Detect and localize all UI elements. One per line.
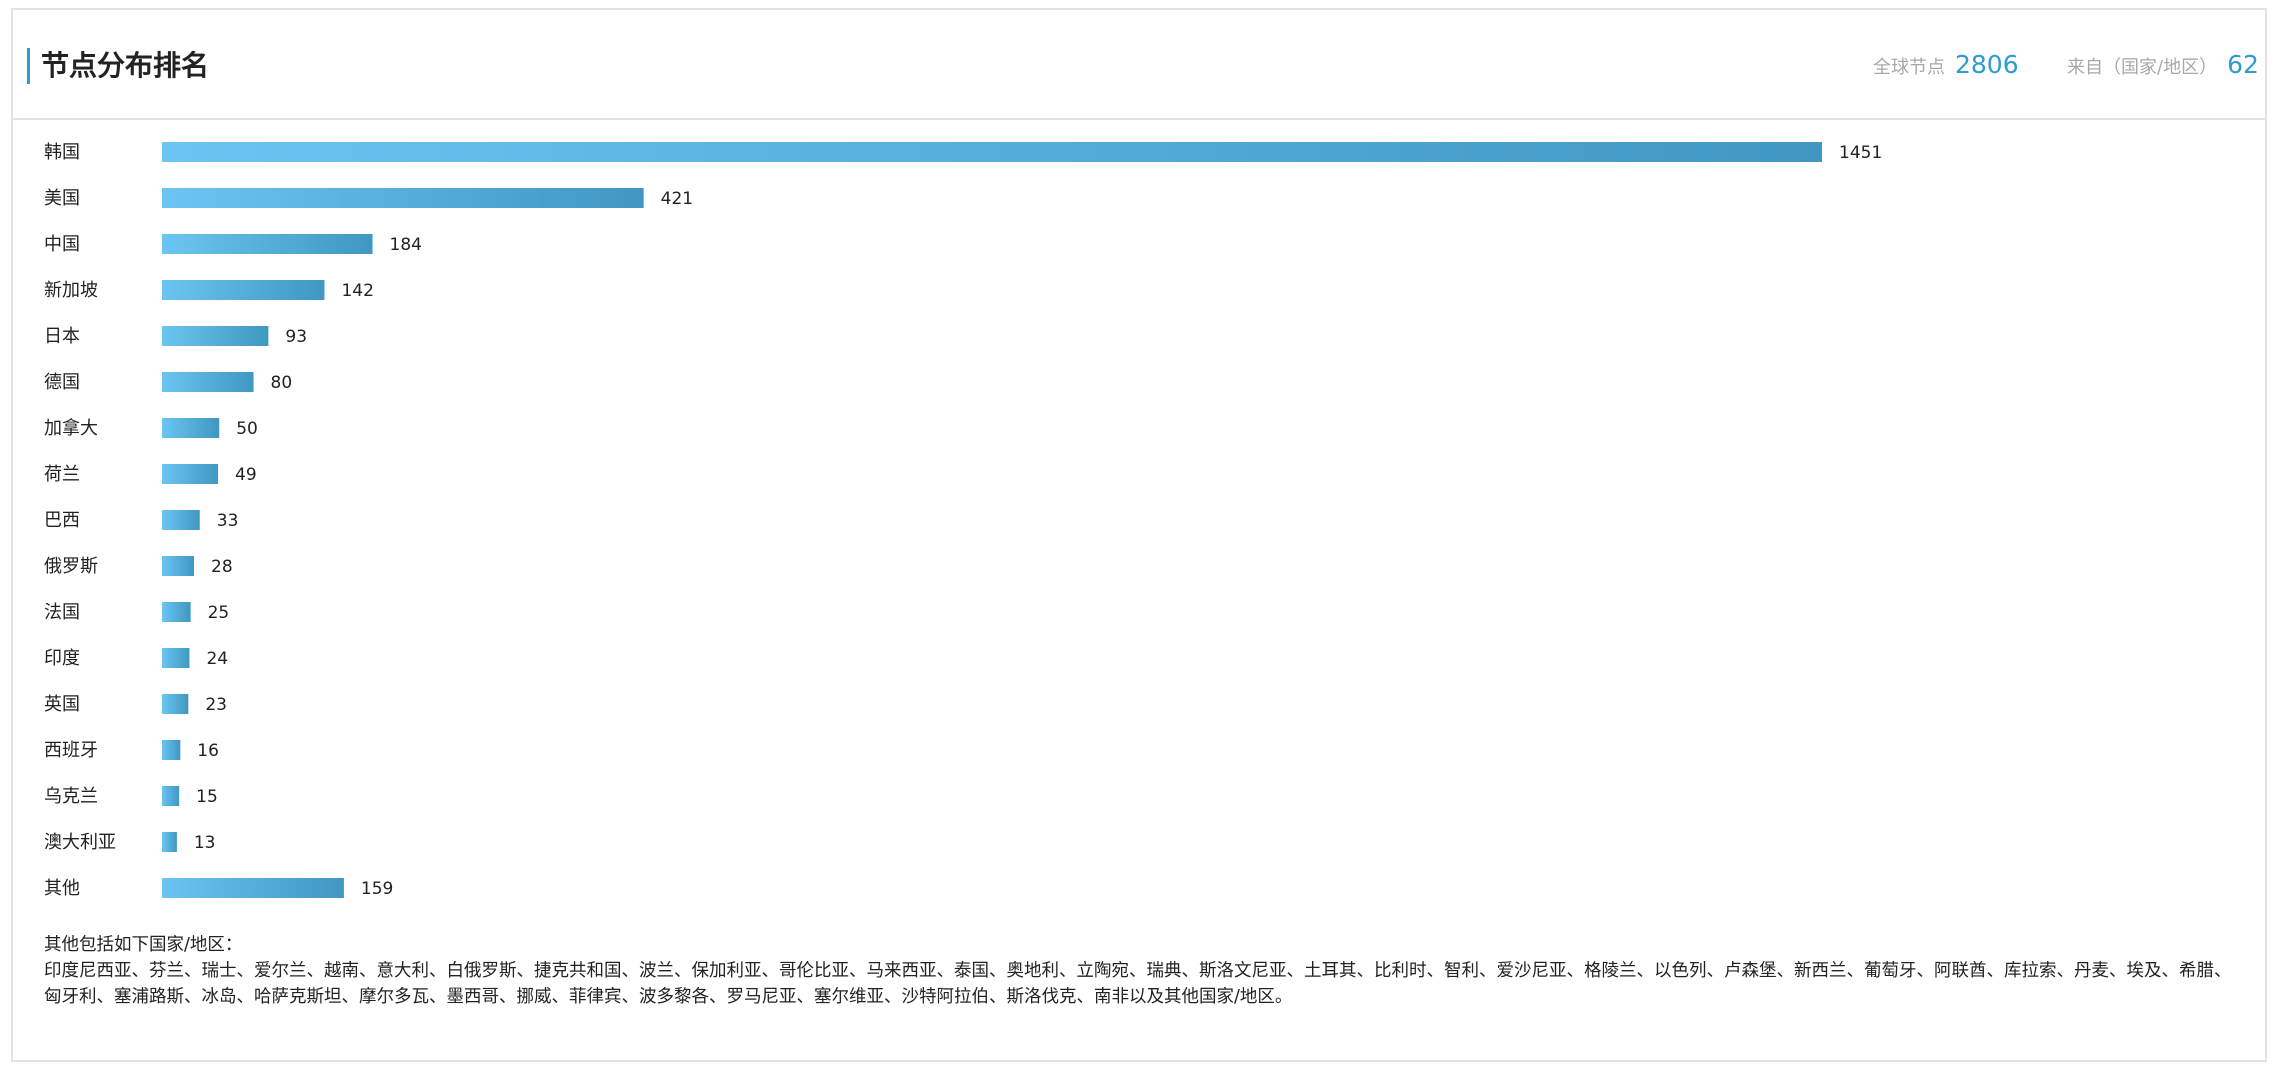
value-label: 184 xyxy=(390,235,422,255)
global-nodes-value: 2806 xyxy=(1955,50,2019,79)
panel-title: 节点分布排名 xyxy=(41,49,210,82)
title-accent-bar xyxy=(27,48,30,84)
value-label: 80 xyxy=(271,373,293,393)
bar[interactable] xyxy=(162,602,191,622)
value-label: 421 xyxy=(661,189,693,209)
bar[interactable] xyxy=(162,188,644,208)
value-label: 15 xyxy=(196,787,218,807)
value-label: 1451 xyxy=(1839,143,1882,163)
bar-chart-svg: 韩国 1451 美国 421 中国 184 新加坡 142 日本 93 德国 80 加拿大 50 荷兰 49 巴… xyxy=(44,142,1882,899)
countries-stat: 来自（国家/地区） 62 xyxy=(2067,50,2259,82)
bar[interactable] xyxy=(162,280,325,300)
note-text: 印度尼西亚、芬兰、瑞士、爱尔兰、越南、意大利、白俄罗斯、捷克共和国、波兰、保加利… xyxy=(44,961,2232,1007)
value-label: 49 xyxy=(235,465,257,485)
value-label: 23 xyxy=(205,695,227,715)
category-label: 西班牙 xyxy=(44,740,98,761)
panel-header: 节点分布排名 全球节点 2806 来自（国家/地区） 62 xyxy=(13,10,2265,120)
bar[interactable] xyxy=(162,740,181,760)
category-label: 澳大利亚 xyxy=(44,832,116,853)
bar[interactable] xyxy=(162,326,269,346)
chart-rows: 韩国 1451 美国 421 中国 184 新加坡 142 日本 93 德国 80 加拿大 50 荷兰 49 巴… xyxy=(44,142,1882,899)
category-label: 德国 xyxy=(44,372,80,393)
bar[interactable] xyxy=(162,648,190,668)
countries-label: 来自（国家/地区） xyxy=(2067,57,2218,78)
value-label: 16 xyxy=(197,741,219,761)
category-label: 英国 xyxy=(44,694,80,715)
bar[interactable] xyxy=(162,234,373,254)
global-nodes-label: 全球节点 xyxy=(1873,57,1945,78)
category-label: 韩国 xyxy=(44,142,80,163)
category-label: 加拿大 xyxy=(44,417,98,439)
category-label: 新加坡 xyxy=(44,280,98,301)
bar[interactable] xyxy=(162,464,219,484)
value-label: 142 xyxy=(341,281,373,301)
category-label: 其他 xyxy=(44,878,80,899)
bar[interactable] xyxy=(162,694,189,714)
value-label: 28 xyxy=(211,557,233,577)
bar[interactable] xyxy=(162,418,220,438)
node-distribution-chart: 韩国 1451 美国 421 中国 184 新加坡 142 日本 93 德国 80 加拿大 50 荷兰 49 巴… xyxy=(13,130,2265,930)
bar[interactable] xyxy=(162,878,344,898)
value-label: 50 xyxy=(236,419,258,439)
value-label: 93 xyxy=(285,327,307,347)
category-label: 日本 xyxy=(44,326,80,347)
global-nodes-stat: 全球节点 2806 xyxy=(1873,50,2019,82)
countries-value: 62 xyxy=(2227,50,2259,79)
bar[interactable] xyxy=(162,142,1822,162)
category-label: 巴西 xyxy=(44,510,80,531)
bar[interactable] xyxy=(162,556,195,576)
bar[interactable] xyxy=(162,510,200,530)
category-label: 美国 xyxy=(44,188,80,209)
node-ranking-panel: 节点分布排名 全球节点 2806 来自（国家/地区） 62 韩国 1451 美国 42… xyxy=(11,8,2267,1062)
category-label: 法国 xyxy=(44,602,80,623)
bar[interactable] xyxy=(162,832,177,852)
category-label: 印度 xyxy=(44,648,80,669)
bar[interactable] xyxy=(162,372,254,392)
note-title: 其他包括如下国家/地区： xyxy=(44,935,243,955)
value-label: 33 xyxy=(217,511,239,531)
value-label: 25 xyxy=(208,603,230,623)
category-label: 俄罗斯 xyxy=(44,556,98,577)
bar[interactable] xyxy=(162,786,180,806)
value-label: 159 xyxy=(361,879,393,899)
value-label: 13 xyxy=(194,833,216,853)
category-label: 乌克兰 xyxy=(44,786,98,807)
category-label: 中国 xyxy=(44,234,80,255)
value-label: 24 xyxy=(206,649,228,669)
other-countries-note: 其他包括如下国家/地区： 印度尼西亚、芬兰、瑞士、爱尔兰、越南、意大利、白俄罗斯… xyxy=(44,932,2240,1010)
category-label: 荷兰 xyxy=(44,464,80,485)
